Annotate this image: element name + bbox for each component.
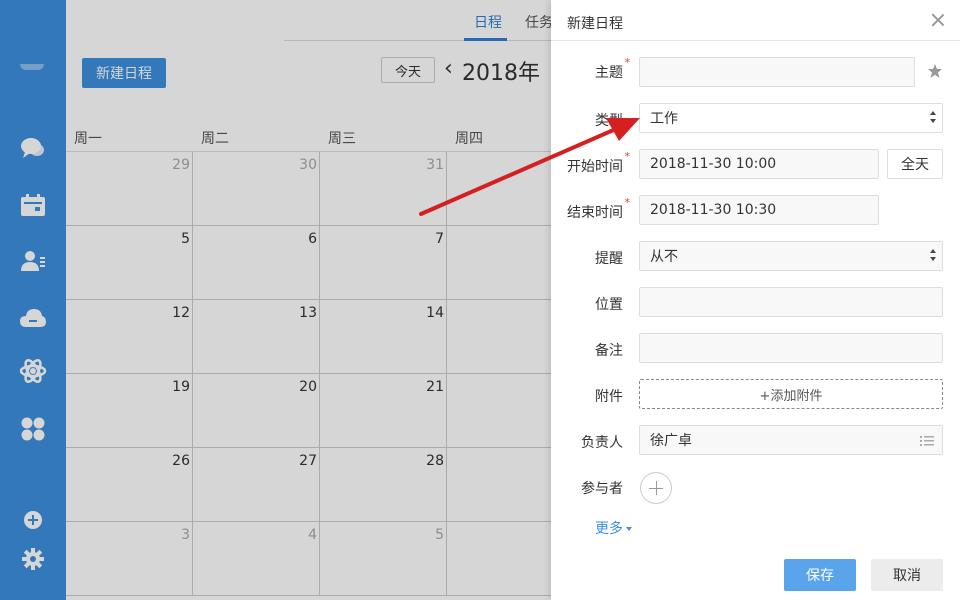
day-number: 30: [299, 157, 317, 173]
calendar-day-cell[interactable]: 12: [66, 300, 193, 374]
day-number: 14: [426, 305, 444, 321]
location-label: 位置: [595, 297, 623, 313]
type-value: 工作: [650, 111, 678, 127]
day-number: 26: [172, 453, 190, 469]
select-arrows-icon: [930, 249, 936, 263]
calendar-day-cell[interactable]: 30: [193, 152, 320, 226]
owner-input[interactable]: 徐广卓: [639, 425, 943, 455]
more-options-link[interactable]: 更多: [595, 518, 632, 538]
subject-label: 主题: [551, 56, 630, 82]
star-icon[interactable]: [927, 63, 943, 79]
calendar-day-cell[interactable]: 29: [66, 152, 193, 226]
calendar-day-cell[interactable]: 4: [193, 522, 320, 596]
calendar-day-cell[interactable]: 28: [320, 448, 447, 522]
cloud-icon[interactable]: [18, 303, 48, 333]
reminder-select[interactable]: 从不: [639, 241, 943, 271]
day-number: 29: [172, 157, 190, 173]
end-time-input[interactable]: 2018-11-30 10:30: [639, 195, 879, 225]
owner-label: 负责人: [581, 435, 623, 451]
calendar-day-cell[interactable]: 14: [320, 300, 447, 374]
prev-period-button[interactable]: ‹: [444, 56, 453, 81]
list-icon[interactable]: [920, 435, 934, 447]
day-number: 31: [426, 157, 444, 173]
weekday-label: 周四: [455, 131, 483, 147]
weekday-label: 周三: [328, 131, 356, 147]
calendar-day-cell[interactable]: 20: [193, 374, 320, 448]
more-label: 更多: [595, 521, 623, 537]
day-number: 28: [426, 453, 444, 469]
calendar-day-cell[interactable]: 3: [66, 522, 193, 596]
select-arrows-icon: [930, 111, 936, 125]
calendar-day-cell[interactable]: 31: [320, 152, 447, 226]
note-label: 备注: [595, 343, 623, 359]
reminder-value: 从不: [650, 249, 678, 265]
tab-active-indicator: [464, 38, 507, 41]
day-number: 6: [308, 231, 317, 247]
day-number: 20: [299, 379, 317, 395]
day-number: 27: [299, 453, 317, 469]
apps-icon[interactable]: [18, 414, 48, 444]
day-number: 12: [172, 305, 190, 321]
settings-gear-icon[interactable]: [18, 544, 48, 574]
atom-icon[interactable]: [18, 356, 48, 386]
day-number: 7: [435, 231, 444, 247]
tab-tasks[interactable]: 任务: [525, 12, 553, 32]
reminder-label: 提醒: [595, 251, 623, 267]
app-logo: [20, 64, 44, 70]
subject-input[interactable]: [639, 57, 915, 87]
calendar-day-cell[interactable]: 26: [66, 448, 193, 522]
contacts-icon[interactable]: [18, 246, 48, 276]
dialog-title: 新建日程: [567, 16, 623, 32]
calendar-day-cell[interactable]: 7: [320, 226, 447, 300]
end-time-label: 结束时间: [551, 196, 630, 222]
close-icon[interactable]: [930, 12, 946, 28]
calendar-day-cell[interactable]: 27: [193, 448, 320, 522]
cancel-button[interactable]: 取消: [871, 559, 943, 591]
add-participant-plus-icon[interactable]: [640, 472, 672, 504]
start-time-input[interactable]: 2018-11-30 10:00: [639, 149, 879, 179]
dialog-header: 新建日程: [551, 0, 960, 41]
day-number: 3: [181, 527, 190, 543]
tab-schedule[interactable]: 日程: [474, 12, 502, 32]
app-sidebar: [0, 0, 66, 600]
chat-icon[interactable]: [18, 133, 48, 163]
calendar-day-cell[interactable]: 5: [66, 226, 193, 300]
new-schedule-button[interactable]: 新建日程: [82, 58, 166, 88]
calendar-day-cell[interactable]: 6: [193, 226, 320, 300]
day-number: 19: [172, 379, 190, 395]
day-number: 5: [181, 231, 190, 247]
day-number: 4: [308, 527, 317, 543]
type-select[interactable]: 工作: [639, 103, 943, 133]
calendar-day-cell[interactable]: 5: [320, 522, 447, 596]
weekday-label: 周二: [201, 131, 229, 147]
attachment-label: 附件: [595, 389, 623, 405]
new-schedule-dialog: 新建日程 主题 类型 工作 开始时间 2018-11-30 10:00 全天 结…: [551, 0, 960, 600]
type-label: 类型: [595, 113, 623, 129]
day-number: 13: [299, 305, 317, 321]
add-attachment-button[interactable]: +添加附件: [639, 379, 943, 409]
today-button[interactable]: 今天: [381, 57, 435, 83]
all-day-button[interactable]: 全天: [887, 149, 943, 179]
save-button[interactable]: 保存: [784, 559, 856, 591]
day-number: 5: [435, 527, 444, 543]
add-icon[interactable]: [18, 505, 48, 535]
caret-down-icon: [626, 527, 632, 531]
calendar-day-cell[interactable]: 21: [320, 374, 447, 448]
calendar-day-cell[interactable]: 19: [66, 374, 193, 448]
day-number: 21: [426, 379, 444, 395]
calendar-icon[interactable]: [18, 190, 48, 220]
weekday-label: 周一: [74, 131, 102, 147]
participants-label: 参与者: [581, 481, 623, 497]
note-input[interactable]: [639, 333, 943, 363]
start-time-label: 开始时间: [551, 150, 630, 176]
calendar-day-cell[interactable]: 13: [193, 300, 320, 374]
owner-value: 徐广卓: [650, 433, 692, 449]
location-input[interactable]: [639, 287, 943, 317]
period-label: 2018年: [462, 61, 540, 86]
